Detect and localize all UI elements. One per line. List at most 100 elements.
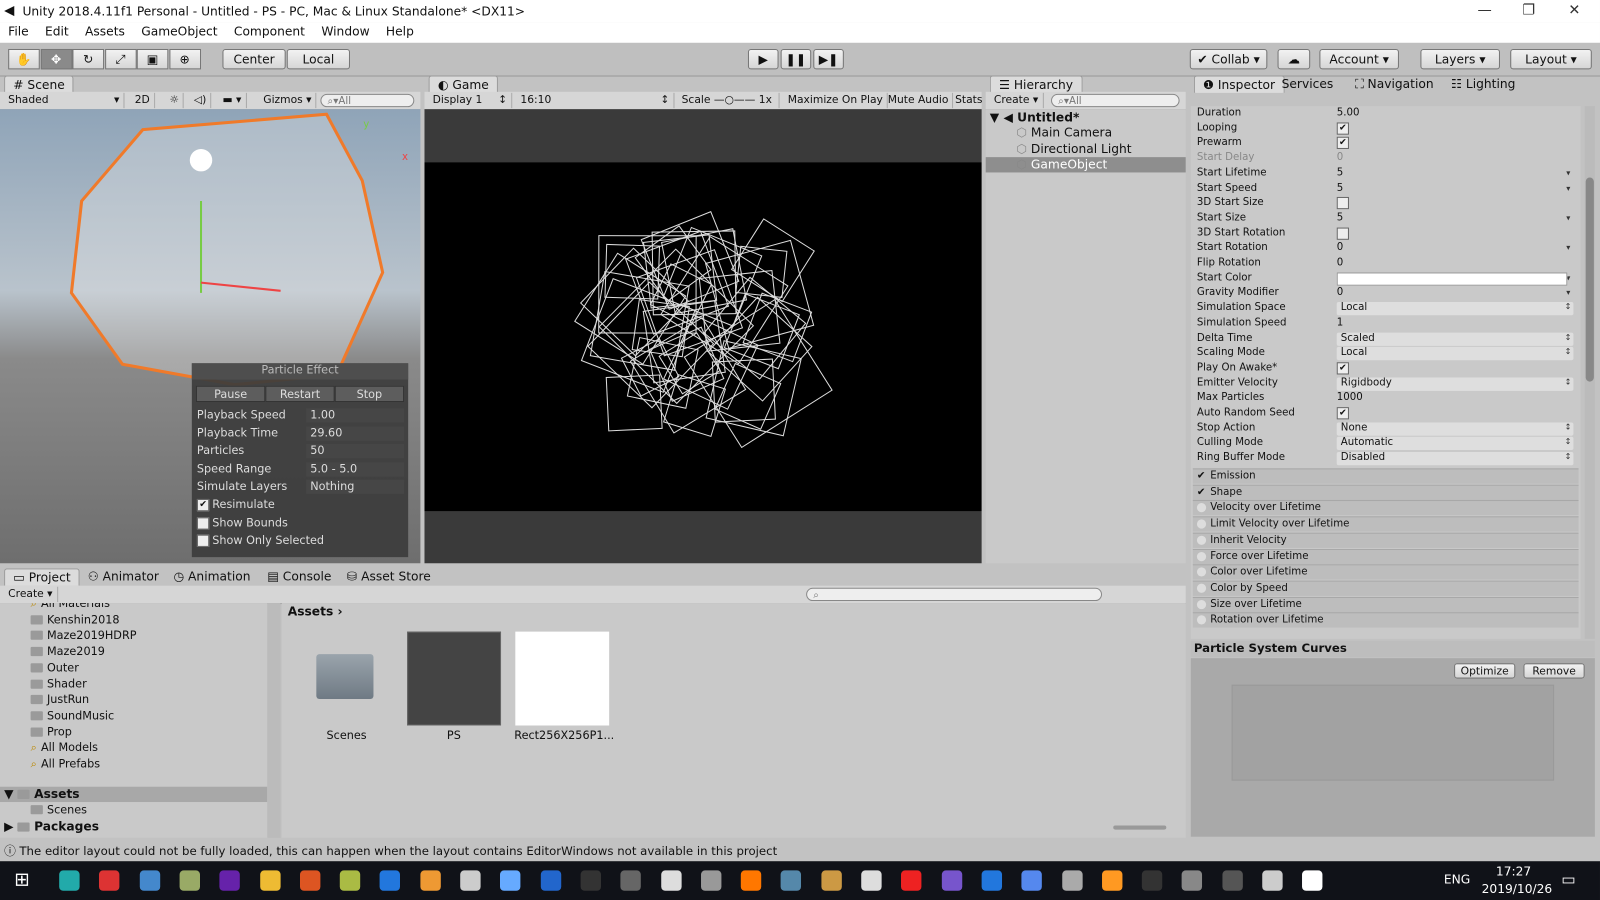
inspector-scrollbar[interactable] (1584, 106, 1595, 639)
icon-size-slider[interactable] (1113, 825, 1167, 830)
menu-component[interactable]: Component (226, 22, 313, 38)
module-size-over-lifetime[interactable]: Size over Lifetime (1192, 596, 1579, 612)
optimize-button[interactable]: Optimize (1454, 663, 1516, 679)
project-tree-assets[interactable]: ▼ Assets (0, 786, 268, 803)
check-icon[interactable]: ✔ (1336, 137, 1349, 150)
tab-project[interactable]: ▭ Project (4, 568, 80, 586)
language-indicator[interactable]: ENG (1444, 872, 1470, 886)
dropdown-field[interactable]: None ↕ (1336, 422, 1574, 436)
scene-root[interactable]: ▼ ◀ Untitled* (990, 110, 1080, 124)
checkbox-icon[interactable] (196, 534, 210, 548)
module-disabled-icon[interactable] (1196, 519, 1207, 529)
stats-toggle[interactable]: Stats (951, 92, 988, 109)
dropdown-field[interactable]: Automatic ↕ (1336, 437, 1574, 451)
remove-button[interactable]: Remove (1523, 663, 1585, 679)
project-tree-item[interactable]: ⌕ All Materials (31, 603, 110, 612)
collab-button[interactable]: ✔ Collab ▾ (1189, 48, 1268, 70)
texture-thumbnail[interactable] (515, 631, 610, 726)
hierarchy-item[interactable]: ⬡ Directional Light (986, 142, 1186, 157)
menu-window[interactable]: Window (313, 22, 378, 38)
tab-inspector[interactable]: ❶ Inspector (1193, 75, 1285, 93)
taskbar-app-icon[interactable] (580, 870, 601, 891)
taskbar-app-icon[interactable] (981, 870, 1002, 891)
project-tree-item[interactable]: Scenes (30, 803, 87, 818)
pause-button[interactable]: ❚❚ (780, 48, 812, 70)
aspect-dropdown[interactable]: 16:10 ↕ (516, 92, 675, 109)
project-tree-packages[interactable]: ▶ Packages (4, 819, 99, 833)
module-enabled-check-icon[interactable]: ✔ (1197, 471, 1206, 481)
project-tree-item[interactable]: ⌕ All Prefabs (31, 757, 101, 772)
checkbox-icon[interactable]: ✔ (196, 498, 210, 512)
module-disabled-icon[interactable] (1196, 551, 1207, 561)
module-color-by-speed[interactable]: Color by Speed (1192, 580, 1579, 596)
close-button[interactable]: ✕ (1568, 2, 1580, 18)
account-dropdown[interactable]: Account ▾ (1319, 48, 1399, 70)
taskbar-app-icon[interactable] (1222, 870, 1243, 891)
pause-button[interactable]: Pause (195, 385, 266, 403)
maximize-on-play-toggle[interactable]: Maximize On Play (784, 92, 888, 109)
display-dropdown[interactable]: Display 1 ↕ (429, 92, 513, 109)
taskbar-app-icon[interactable] (259, 870, 281, 891)
check-icon[interactable] (1336, 197, 1349, 210)
dropdown-field[interactable]: Rigidbody ↕ (1336, 377, 1574, 391)
menu-edit[interactable]: Edit (37, 22, 77, 38)
taskbar-app-icon[interactable] (740, 870, 762, 891)
taskbar-app-icon[interactable] (379, 870, 401, 891)
number-field[interactable]: 1000 (1337, 392, 1574, 405)
folder-icon[interactable] (316, 654, 374, 699)
project-tree-item[interactable]: JustRun (30, 693, 90, 708)
taskbar-app-icon[interactable] (861, 870, 882, 891)
curve-editor[interactable] (1231, 684, 1555, 781)
menu-gameobject[interactable]: GameObject (133, 22, 226, 38)
module-shape[interactable]: ✔ Shape (1192, 484, 1579, 500)
pivot-local-button[interactable]: Local (286, 48, 350, 70)
hierarchy-item[interactable]: ⬡ Main Camera (986, 126, 1186, 141)
module-enabled-check-icon[interactable]: ✔ (1197, 487, 1206, 497)
mute-audio-toggle[interactable]: Mute Audio (884, 92, 954, 109)
project-tree-item[interactable]: Maze2019HDRP (30, 629, 137, 644)
menu-assets[interactable]: Assets (77, 22, 133, 38)
tab-game[interactable]: ◐ Game (428, 75, 498, 93)
simulate-layers-dropdown[interactable]: Nothing (306, 479, 405, 495)
checkbox[interactable] (1336, 197, 1574, 210)
clock-time[interactable]: 17:27 (1496, 864, 1531, 878)
module-rotation-over-lifetime[interactable]: Rotation over Lifetime (1192, 612, 1579, 628)
checkbox[interactable]: ✔ (1336, 407, 1574, 420)
module-force-over-lifetime[interactable]: Force over Lifetime (1192, 548, 1579, 564)
2d-toggle[interactable]: 2D (131, 92, 155, 109)
notifications-icon[interactable]: ▭ (1561, 870, 1575, 888)
number-field[interactable]: 0 (1337, 152, 1574, 165)
clock-date[interactable]: 2019/10/26 (1482, 882, 1553, 896)
hierarchy-item[interactable]: ⬡ GameObject (985, 157, 1186, 173)
module-limit-velocity-over-lifetime[interactable]: Limit Velocity over Lifetime (1192, 516, 1579, 532)
tab-hierarchy[interactable]: ☰ Hierarchy (989, 75, 1083, 93)
tab-navigation[interactable]: ⛶ Navigation (1347, 76, 1442, 93)
tab-scene[interactable]: # Scene (4, 75, 74, 93)
module-disabled-icon[interactable] (1196, 567, 1207, 577)
expand-arrow-icon[interactable]: ▶ (4, 819, 18, 833)
taskbar-app-icon[interactable] (821, 870, 842, 891)
menu-file[interactable]: File (0, 22, 37, 38)
stop-button[interactable]: Stop (334, 385, 405, 403)
dropdown-field[interactable]: Local ↕ (1336, 302, 1574, 316)
taskbar-app-icon[interactable] (700, 870, 722, 891)
project-tree-item[interactable]: Outer (30, 661, 79, 676)
windows-start-icon[interactable]: ⊞ (14, 869, 29, 890)
taskbar-app-icon[interactable] (500, 870, 521, 891)
tab-animation[interactable]: ◷ Animation (165, 568, 258, 585)
checkbox[interactable]: ✔ (1336, 137, 1574, 150)
number-field[interactable]: 5 (1337, 212, 1574, 225)
rotate-tool-button[interactable]: ↻ (72, 48, 105, 70)
project-tree-item[interactable]: Shader (30, 677, 87, 692)
dropdown-field[interactable]: Scaled ↕ (1336, 332, 1574, 346)
tab-animator[interactable]: ⚇ Animator (80, 568, 167, 585)
taskbar-app-icon[interactable] (59, 870, 80, 891)
module-inherit-velocity[interactable]: Inherit Velocity (1192, 532, 1579, 548)
number-field[interactable]: 5.00 (1337, 107, 1574, 120)
axis-gizmo-x[interactable]: x (402, 152, 408, 163)
taskbar-app-icon[interactable] (179, 870, 200, 891)
layout-dropdown[interactable]: Layout ▾ (1510, 48, 1592, 70)
tab-lighting[interactable]: ☷ Lighting (1443, 76, 1524, 93)
taskbar-app-icon[interactable] (339, 870, 361, 891)
lighting-toggle[interactable]: ☼ (165, 92, 185, 109)
